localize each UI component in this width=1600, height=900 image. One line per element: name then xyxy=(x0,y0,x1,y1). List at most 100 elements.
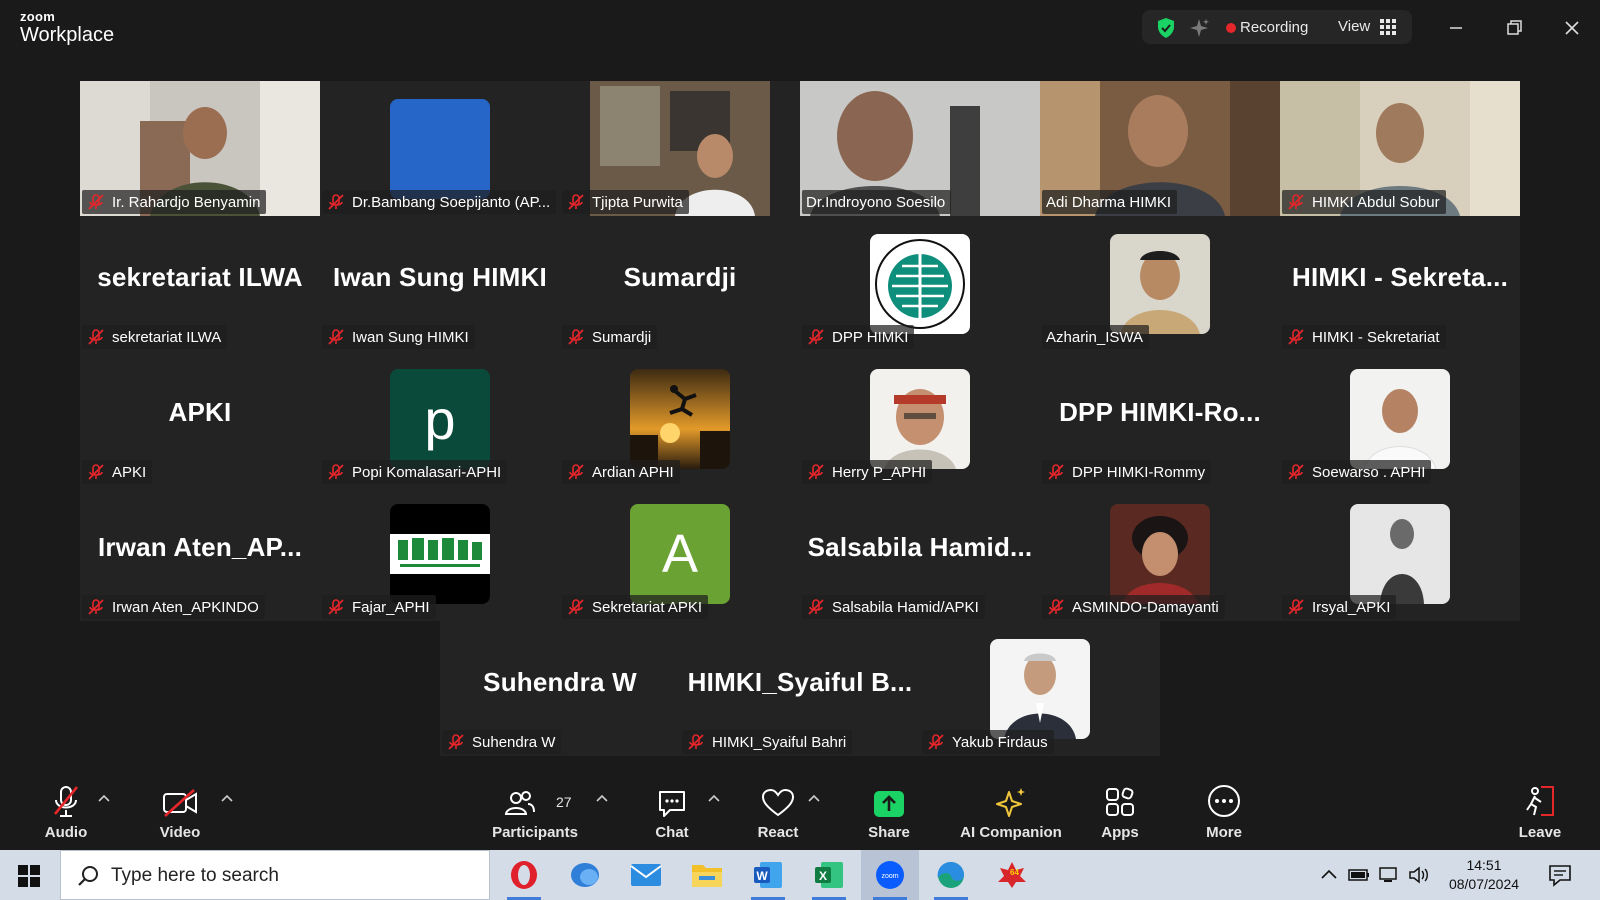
participant-name: DPP HIMKI-Rommy xyxy=(1072,463,1206,481)
participant-tile[interactable]: Salsabila Hamid... Salsabila Hamid/APKI xyxy=(800,486,1040,621)
participant-photo xyxy=(630,369,730,469)
audio-label: Audio xyxy=(44,824,88,841)
mic-muted-icon xyxy=(1288,599,1304,615)
participant-tile[interactable]: Irsyal_APKI xyxy=(1280,486,1520,621)
chat-app-icon xyxy=(571,863,599,887)
react-options-caret-icon[interactable] xyxy=(808,794,820,802)
mic-muted-icon xyxy=(568,599,584,615)
search-input[interactable] xyxy=(111,861,471,891)
svg-text:W: W xyxy=(756,869,768,883)
participants-options-caret-icon[interactable] xyxy=(596,794,608,802)
participant-tile[interactable]: DPP HIMKI xyxy=(800,216,1040,351)
mic-muted-icon xyxy=(88,464,104,480)
participant-tile[interactable]: Azharin_ISWA xyxy=(1040,216,1280,351)
mic-muted-icon xyxy=(328,599,344,615)
participant-tile[interactable]: A Sekretariat APKI xyxy=(560,486,800,621)
chat-options-caret-icon[interactable] xyxy=(708,794,720,802)
taskbar-search[interactable] xyxy=(60,850,490,900)
participant-tile[interactable]: p Popi Komalasari-APHI xyxy=(320,351,560,486)
restore-icon[interactable] xyxy=(1500,14,1528,42)
grid-view-icon[interactable] xyxy=(1380,19,1396,35)
participant-name: APKI xyxy=(112,463,147,481)
participant-tile[interactable]: Adi Dharma HIMKI xyxy=(1040,81,1280,216)
participants-button[interactable]: Participants xyxy=(490,778,580,850)
apps-icon xyxy=(1106,787,1134,816)
participant-tile[interactable]: Herry P_APHI xyxy=(800,351,1040,486)
ai-companion-button[interactable]: AI Companion xyxy=(958,778,1064,850)
audio-options-caret-icon[interactable] xyxy=(98,794,110,802)
title-bar: zoom Workplace Recording View xyxy=(0,0,1600,56)
participant-tile[interactable]: Ir. Rahardjo Benyamin xyxy=(80,81,320,216)
volume-icon[interactable] xyxy=(1408,866,1430,884)
participant-tile[interactable]: Ardian APHI xyxy=(560,351,800,486)
participant-tile[interactable]: Soewarso . APHI xyxy=(1280,351,1520,486)
ai-sparkle-icon[interactable] xyxy=(1188,17,1210,39)
security-shield-icon[interactable] xyxy=(1156,17,1176,39)
participant-photo xyxy=(1350,504,1450,604)
mic-muted-icon xyxy=(808,464,824,480)
react-button[interactable]: React xyxy=(748,778,808,850)
active-speaker-tile[interactable]: Dr.Indroyono Soesilo xyxy=(800,81,1040,216)
participant-tile[interactable]: Dr.Bambang Soepijanto (AP... xyxy=(320,81,560,216)
close-icon[interactable] xyxy=(1558,14,1586,42)
video-button[interactable]: Video xyxy=(148,778,212,850)
participant-name: HIMKI_Syaiful Bahri xyxy=(712,733,847,751)
participant-tile[interactable]: Iwan Sung HIMKI Iwan Sung HIMKI xyxy=(320,216,560,351)
recording-label[interactable]: Recording xyxy=(1240,19,1308,36)
more-button[interactable]: More xyxy=(1194,778,1254,850)
mic-muted-icon xyxy=(328,194,344,210)
tray-overflow-chevron-icon[interactable] xyxy=(1320,868,1338,882)
taskbar-zoom[interactable]: zoom xyxy=(861,850,919,900)
mic-muted-icon xyxy=(53,786,79,817)
taskbar-app-blue[interactable] xyxy=(556,850,614,900)
mic-muted-icon xyxy=(808,599,824,615)
video-options-caret-icon[interactable] xyxy=(221,794,233,802)
battery-icon[interactable] xyxy=(1348,867,1370,883)
taskbar-file-explorer[interactable] xyxy=(678,850,736,900)
taskbar-app-red[interactable]: 64 xyxy=(983,850,1041,900)
participant-tile[interactable]: ASMINDO-Damayanti xyxy=(1040,486,1280,621)
participant-tile[interactable]: APKI APKI xyxy=(80,351,320,486)
participant-photo xyxy=(990,639,1090,739)
folder-icon xyxy=(692,865,722,887)
participant-tile[interactable]: Sumardji Sumardji xyxy=(560,216,800,351)
participant-tile[interactable]: HIMKI Abdul Sobur xyxy=(1280,81,1520,216)
notifications-icon[interactable] xyxy=(1548,863,1572,887)
participant-name: Sumardji xyxy=(592,328,652,346)
participant-tile[interactable]: Yakub Firdaus xyxy=(920,621,1160,756)
participant-tile[interactable]: Suhendra W Suhendra W xyxy=(440,621,680,756)
participant-tile[interactable]: Tjipta Purwita xyxy=(560,81,800,216)
minimize-icon[interactable] xyxy=(1442,14,1470,42)
taskbar-excel[interactable]: X xyxy=(800,850,858,900)
apps-button[interactable]: Apps xyxy=(1090,778,1150,850)
taskbar-edge[interactable] xyxy=(922,850,980,900)
zoom-workplace-logo: zoom Workplace xyxy=(20,10,114,45)
participant-tile[interactable]: HIMKI_Syaiful B... HIMKI_Syaiful Bahri xyxy=(680,621,920,756)
taskbar-opera[interactable] xyxy=(495,850,553,900)
participant-tile[interactable]: DPP HIMKI-Ro... DPP HIMKI-Rommy xyxy=(1040,351,1280,486)
mic-muted-icon xyxy=(568,194,584,210)
audio-button[interactable]: Audio xyxy=(34,778,98,850)
windows-start-icon[interactable] xyxy=(18,865,40,887)
participant-tile[interactable]: sekretariat ILWA sekretariat ILWA xyxy=(80,216,320,351)
mic-muted-icon xyxy=(808,329,824,345)
mic-muted-icon xyxy=(928,734,944,750)
participant-tile[interactable]: Fajar_APHI xyxy=(320,486,560,621)
share-label: Share xyxy=(868,824,910,841)
participant-initial-avatar: p xyxy=(390,369,490,469)
participant-photo xyxy=(870,369,970,469)
chat-button[interactable]: Chat xyxy=(642,778,702,850)
taskbar-clock[interactable]: 14:51 08/07/2024 xyxy=(1436,856,1532,894)
view-button[interactable]: View xyxy=(1338,18,1370,35)
svg-text:X: X xyxy=(819,869,827,883)
participant-name: Tjipta Purwita xyxy=(592,193,683,211)
word-icon: W xyxy=(754,862,782,888)
share-button[interactable]: Share xyxy=(856,778,922,850)
leave-button[interactable]: Leave xyxy=(1510,778,1570,850)
participant-name: Ardian APHI xyxy=(592,463,674,481)
network-icon[interactable] xyxy=(1378,866,1400,884)
participant-tile[interactable]: HIMKI - Sekreta... HIMKI - Sekretariat xyxy=(1280,216,1520,351)
taskbar-word[interactable]: W xyxy=(739,850,797,900)
participant-tile[interactable]: Irwan Aten_AP... Irwan Aten_APKINDO xyxy=(80,486,320,621)
taskbar-mail[interactable] xyxy=(617,850,675,900)
